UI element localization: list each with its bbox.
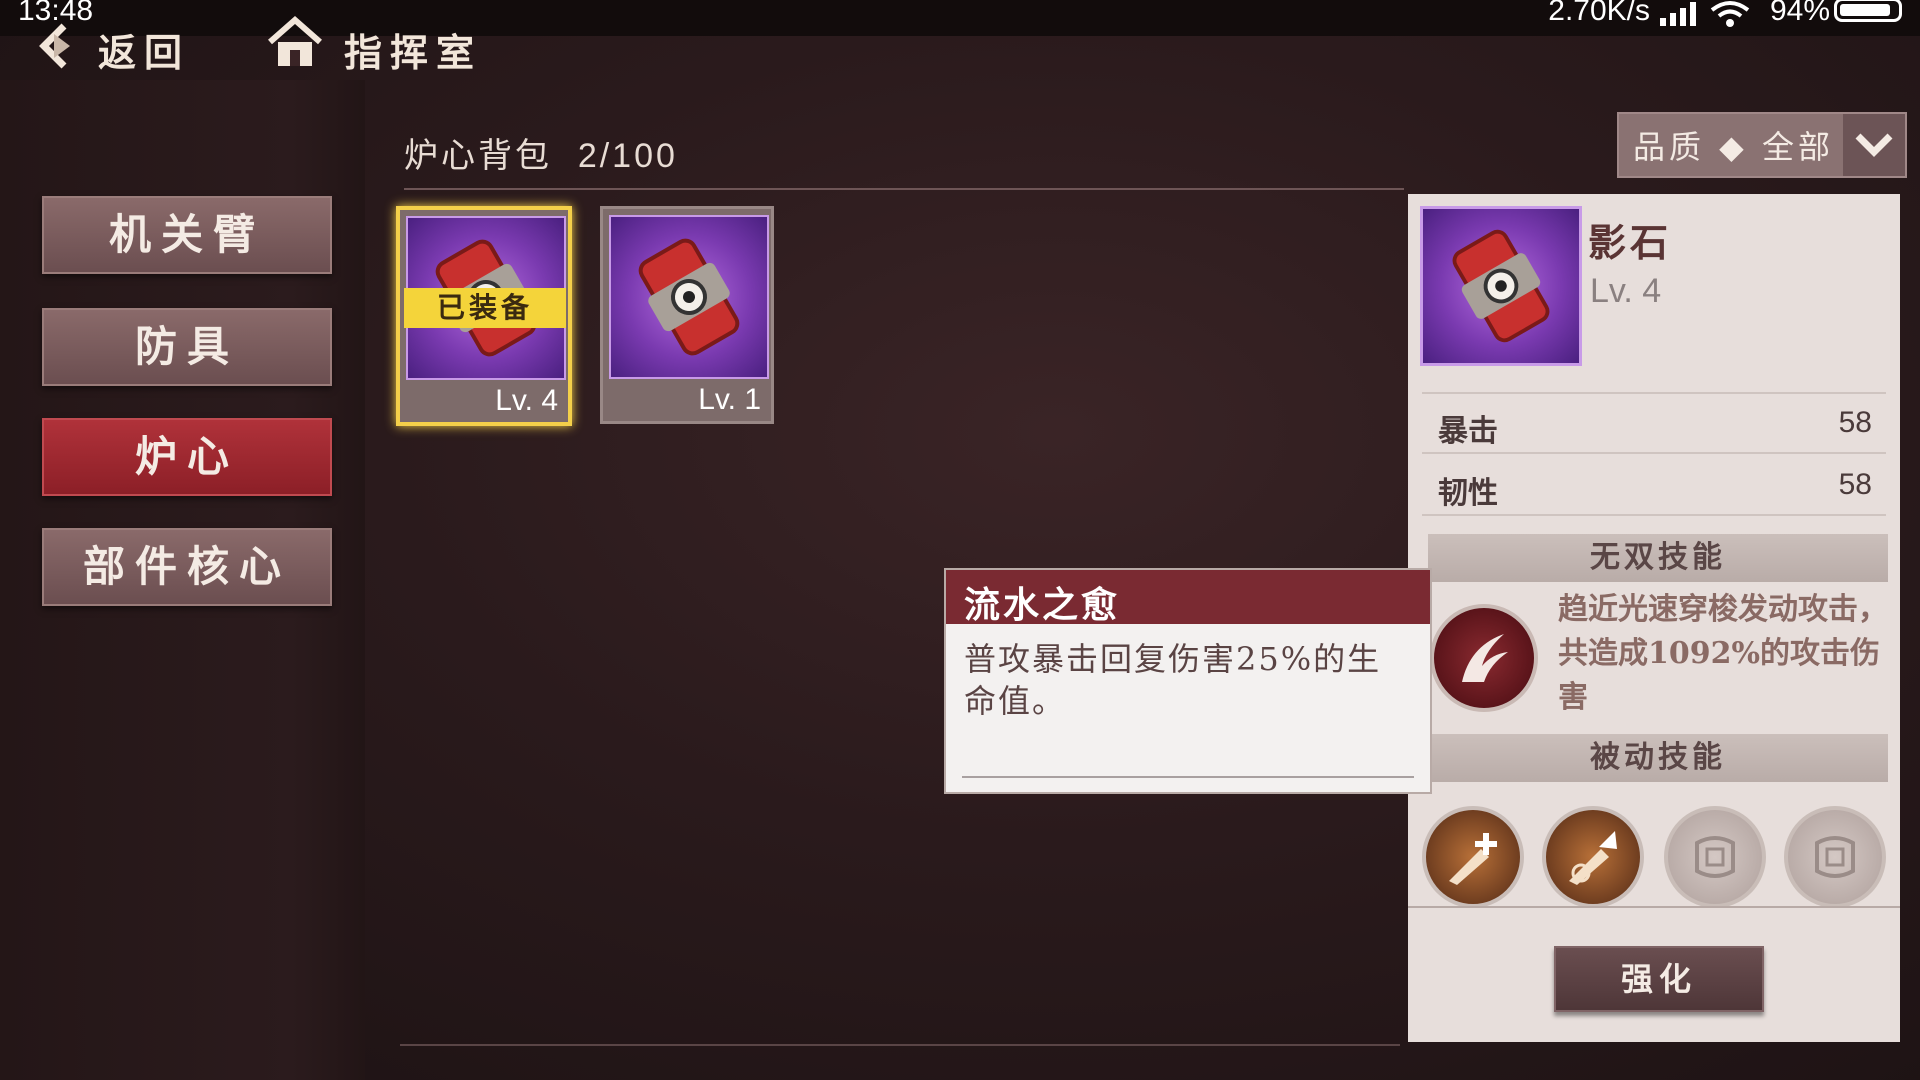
tooltip-header: 流水之愈: [946, 570, 1430, 626]
sidebar-item-armor[interactable]: 防具: [42, 308, 332, 386]
detail-item-name: 影石: [1588, 220, 1673, 265]
item-level: Lv. 1: [698, 383, 761, 416]
equipped-badge: 已装备: [404, 288, 566, 328]
stat-key: 韧性: [1438, 476, 1498, 511]
stat-row-partial: [1422, 364, 1886, 394]
battery-percent: 94%: [1769, 0, 1830, 27]
divider: [1408, 906, 1900, 908]
core-item-icon: [1452, 229, 1550, 343]
stat-value: 58: [1838, 468, 1872, 501]
sword-heal-icon[interactable]: [1422, 806, 1524, 908]
tooltip-body: 普攻暴击回复伤害25%的生命值。: [964, 640, 1382, 720]
skill-tooltip: 流水之愈 普攻暴击回复伤害25%的生命值。: [944, 568, 1432, 794]
ult-skill-icon[interactable]: [1430, 604, 1538, 712]
core-item-art: [609, 215, 769, 379]
passive-skill-header: 被动技能: [1428, 734, 1888, 782]
upgrade-button[interactable]: 强化: [1554, 946, 1764, 1012]
sidebar-item-label: 防具: [134, 322, 239, 371]
sword-upgrade-icon[interactable]: [1542, 806, 1644, 908]
ult-skill-header: 无双技能: [1428, 534, 1888, 582]
signal-icon: [1660, 2, 1696, 26]
detail-item-thumbnail: [1420, 206, 1582, 366]
divider: [404, 188, 1404, 190]
item-level: Lv. 4: [495, 384, 558, 417]
chevron-down-icon: [1855, 133, 1893, 157]
back-arrow-icon: [39, 23, 70, 69]
sidebar-item-arm[interactable]: 机关臂: [42, 196, 332, 274]
home-icon: [268, 16, 322, 66]
wifi-icon: [1710, 1, 1750, 27]
network-speed: 2.70K/s: [1548, 0, 1650, 27]
inventory-card[interactable]: Lv. 1: [600, 206, 774, 424]
locked-emblem-icon: [1664, 806, 1766, 908]
divider: [962, 776, 1414, 778]
sidebar-item-core[interactable]: 炉心: [42, 418, 332, 496]
core-item-icon: [638, 238, 740, 356]
quality-filter-dropdown[interactable]: 品质 ◆ 全部: [1617, 112, 1907, 178]
divider: [400, 1044, 1400, 1046]
home-label: 指挥室: [344, 30, 483, 75]
sidebar-item-label: 部件核心: [82, 542, 291, 591]
sidebar-item-part-core[interactable]: 部件核心: [42, 528, 332, 606]
back-label: 返回: [98, 30, 191, 75]
stat-row: 暴击 58: [1422, 394, 1886, 454]
inventory-card[interactable]: 已装备 Lv. 4: [396, 206, 572, 426]
battery-icon: [1834, 0, 1902, 22]
stat-row: 韧性 58: [1422, 456, 1886, 516]
bag-title: 炉心背包 2/100: [404, 128, 678, 177]
tooltip-title: 流水之愈: [964, 584, 1121, 626]
detail-item-level: Lv. 4: [1590, 272, 1662, 310]
sidebar-item-label: 机关臂: [108, 210, 265, 259]
sidebar-item-label: 炉心: [134, 432, 239, 481]
locked-emblem-icon: [1784, 806, 1886, 908]
wing-slash-icon: [1462, 634, 1508, 682]
ult-skill-description: 趋近光速穿梭发动攻击，共造成1092%的攻击伤害: [1558, 592, 1888, 715]
bag-count: 2/100: [577, 137, 678, 175]
filter-label: 品质 ◆ 全部: [1633, 128, 1834, 166]
filter-toggle-button[interactable]: [1843, 114, 1905, 176]
detail-panel: 影石 Lv. 4 暴击 58 韧性 58 无双技能 趋近光速穿梭发动攻击，共造成…: [1408, 194, 1900, 1042]
bag-title-label: 炉心背包: [404, 136, 552, 176]
stat-key: 暴击: [1438, 414, 1498, 449]
stat-value: 58: [1838, 406, 1872, 439]
